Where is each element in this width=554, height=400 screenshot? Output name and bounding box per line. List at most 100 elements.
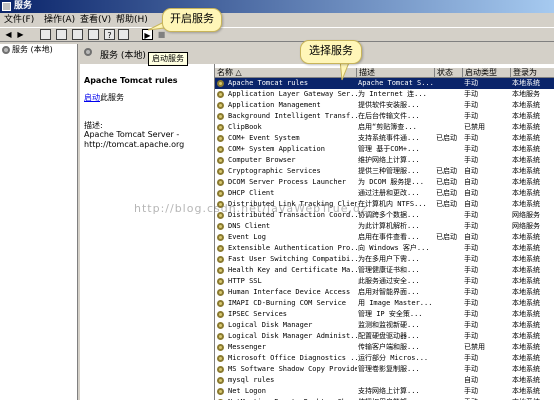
menu-help[interactable]: 帮助(H)	[116, 14, 148, 26]
console-tree: 服务 (本地)	[0, 44, 78, 400]
service-startup-type: 自动	[464, 178, 478, 186]
service-row[interactable]: MS Software Shadow Copy Provider 管理卷影复制服.…	[215, 364, 554, 375]
service-row[interactable]: Background Intelligent Transf... 在后台传输文件.…	[215, 111, 554, 122]
refresh-icon[interactable]	[72, 29, 83, 40]
service-startup-type: 手动	[464, 321, 478, 329]
service-gear-icon	[217, 168, 224, 175]
service-row[interactable]: IMAPI CD-Burning COM Service 用 Image Mast…	[215, 298, 554, 309]
service-status: 已启动	[436, 178, 457, 186]
service-row[interactable]: Health Key and Certificate Ma... 管理健康证书和.…	[215, 265, 554, 276]
service-row[interactable]: DCOM Server Process Launcher 为 DCOM 服务提..…	[215, 177, 554, 188]
service-row[interactable]: Application Management 提供软件安装服... 手动 本地系统	[215, 100, 554, 111]
column-logon-as[interactable]: 登录为	[511, 68, 554, 78]
service-row[interactable]: Fast User Switching Compatibi... 为在多用户下需.…	[215, 254, 554, 265]
service-description: 为 DCOM 服务提...	[358, 178, 424, 186]
service-row[interactable]: Human Interface Device Access 启用对智能界面... 手…	[215, 287, 554, 298]
service-name: Net Logon	[228, 387, 266, 395]
properties-icon[interactable]	[56, 29, 67, 40]
show-tree-icon[interactable]	[40, 29, 51, 40]
service-row[interactable]: DNS Client 为此计算机解析... 手动 网络服务	[215, 221, 554, 232]
service-logon-as: 本地系统	[512, 167, 540, 175]
menu-action[interactable]: 操作(A)	[44, 14, 75, 26]
forward-icon[interactable]: ▶	[15, 29, 26, 40]
tree-item-services-local[interactable]: 服务 (本地)	[2, 45, 53, 55]
service-row[interactable]: COM+ Event System 支持系统事件通... 已启动 手动 本地系统	[215, 133, 554, 144]
service-row[interactable]: Computer Browser 维护网络上计算... 手动 本地系统	[215, 155, 554, 166]
service-row[interactable]: Net Logon 支持网络上计算... 手动 本地系统	[215, 386, 554, 397]
service-startup-type: 已禁用	[464, 123, 485, 131]
service-logon-as: 本地系统	[512, 376, 540, 384]
service-row[interactable]: mysql rules 自动 本地系统	[215, 375, 554, 386]
menu-view[interactable]: 查看(V)	[80, 14, 111, 26]
service-row[interactable]: Application Layer Gateway Ser... 为 Intern…	[215, 89, 554, 100]
export-list-icon[interactable]	[88, 29, 99, 40]
service-logon-as: 本地系统	[512, 101, 540, 109]
service-description: 在后台传输文件...	[358, 112, 420, 120]
service-row[interactable]: DHCP Client 通过注册和更改... 已启动 自动 本地系统	[215, 188, 554, 199]
service-description: 监测和监视新硬...	[358, 321, 420, 329]
list-header: 名称 △ 描述 状态 启动类型 登录为	[215, 68, 554, 78]
service-logon-as: 本地系统	[512, 244, 540, 252]
service-row[interactable]: Logical Disk Manager 监测和监视新硬... 手动 本地系统	[215, 320, 554, 331]
title-bar: 服务	[0, 0, 554, 13]
service-gear-icon	[217, 267, 224, 274]
service-row[interactable]: HTTP SSL 此服务通过安全... 手动 本地系统	[215, 276, 554, 287]
service-description: 启用对智能界面...	[358, 288, 420, 296]
service-row[interactable]: Event Log 启用在事件查看... 已启动 自动 本地系统	[215, 232, 554, 243]
description-text-2: http://tomcat.apache.org	[84, 140, 185, 149]
service-gear-icon	[217, 388, 224, 395]
back-icon[interactable]: ◀	[3, 29, 14, 40]
service-description: 传输客户端和服...	[358, 343, 420, 351]
service-startup-type: 自动	[464, 167, 478, 175]
service-row[interactable]: ClipBook 启用“剪贴簿查... 已禁用 本地系统	[215, 122, 554, 133]
service-gear-icon	[217, 190, 224, 197]
service-status: 已启动	[436, 167, 457, 175]
service-row[interactable]: Microsoft Office Diagnostics ... 运行部分 Mic…	[215, 353, 554, 364]
service-status	[435, 309, 463, 320]
column-description[interactable]: 描述	[357, 68, 435, 78]
mmc-icon[interactable]	[118, 29, 129, 40]
service-row[interactable]: Messenger 传输客户端和服... 已禁用 本地系统	[215, 342, 554, 353]
service-startup-type: 手动	[464, 244, 478, 252]
service-status	[435, 375, 463, 386]
service-startup-type: 手动	[464, 354, 478, 362]
service-description: 此服务通过安全...	[358, 277, 420, 285]
column-status[interactable]: 状态	[435, 68, 463, 78]
service-row[interactable]: Logical Disk Manager Administ... 配置硬盘驱动器.…	[215, 331, 554, 342]
service-name: Computer Browser	[228, 156, 296, 164]
window-title: 服务	[14, 1, 33, 11]
service-startup-type: 手动	[464, 299, 478, 307]
service-startup-type: 手动	[464, 79, 478, 87]
service-startup-type: 手动	[464, 156, 478, 164]
help-icon[interactable]: ?	[104, 29, 115, 40]
service-startup-type: 自动	[464, 189, 478, 197]
service-description: 为 Internet 连...	[358, 90, 427, 98]
service-row[interactable]: Extensible Authentication Pro... 向 Window…	[215, 243, 554, 254]
column-startup-type[interactable]: 启动类型	[463, 68, 511, 78]
column-name[interactable]: 名称 △	[215, 68, 357, 78]
service-description: 支持系统事件通...	[358, 134, 420, 142]
service-row-selected[interactable]: Apache Tomcat rules Apache Tomcat S... 手动本…	[215, 78, 554, 89]
service-row[interactable]: Cryptographic Services 提供三种管理服... 已启动 自动 本地系…	[215, 166, 554, 177]
service-status	[435, 78, 463, 89]
service-gear-icon	[217, 124, 224, 131]
service-startup-type: 手动	[464, 332, 478, 340]
service-logon-as: 本地系统	[512, 277, 540, 285]
service-name: DHCP Client	[228, 189, 275, 197]
service-status	[435, 254, 463, 265]
services-list[interactable]: 名称 △ 描述 状态 启动类型 登录为 Apache Tomcat rules A…	[214, 64, 554, 400]
service-startup-type: 手动	[464, 288, 478, 296]
service-startup-type: 自动	[464, 200, 478, 208]
service-gear-icon	[217, 223, 224, 230]
service-description: 协调跨多个数据...	[358, 211, 420, 219]
service-logon-as: 本地系统	[512, 134, 540, 142]
service-startup-type: 已禁用	[464, 343, 485, 351]
service-row[interactable]: IPSEC Services 管理 IP 安全策... 手动 本地系统	[215, 309, 554, 320]
service-logon-as: 本地系统	[512, 112, 540, 120]
service-logon-as: 本地系统	[512, 200, 540, 208]
service-status	[435, 287, 463, 298]
menu-file[interactable]: 文件(F)	[4, 14, 34, 26]
service-row[interactable]: COM+ System Application 管理 基于COM+... 手动 本地系…	[215, 144, 554, 155]
service-logon-as: 本地系统	[512, 178, 540, 186]
start-service-link[interactable]: 启动	[84, 93, 100, 102]
